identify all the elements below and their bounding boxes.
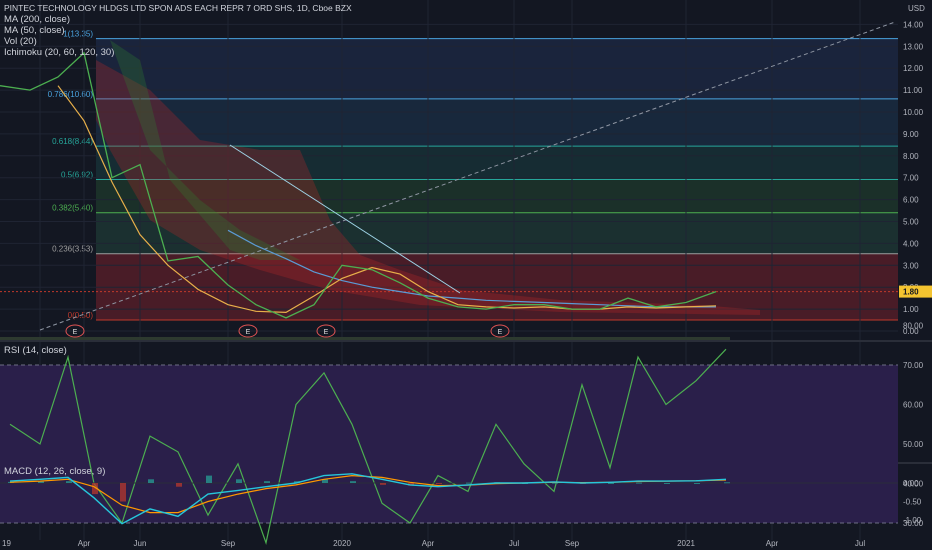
rsi-tick-label: 70.00 <box>903 361 924 370</box>
macd-histogram-bar <box>236 479 242 483</box>
time-tick-label: Apr <box>422 539 435 548</box>
fib-band <box>96 98 898 147</box>
fib-label: 0.618(8.44) <box>52 137 93 146</box>
price-tick-label: 10.00 <box>903 108 924 117</box>
time-tick-label: Jun <box>134 539 147 548</box>
macd-histogram-bar <box>66 481 72 483</box>
earnings-marker-label: E <box>498 329 503 336</box>
macd-histogram-bar <box>120 483 126 502</box>
macd-histogram-bar <box>380 483 386 485</box>
current-price-label: 1.80 <box>903 288 919 297</box>
price-tick-label: 12.00 <box>903 64 924 73</box>
main-legend: PINTEC TECHNOLOGY HLDGS LTD SPON ADS EAC… <box>4 3 352 58</box>
time-tick-label: Apr <box>78 539 91 548</box>
macd-histogram-bar <box>608 483 614 484</box>
price-tick-label: 14.00 <box>903 20 924 29</box>
symbol-title[interactable]: PINTEC TECHNOLOGY HLDGS LTD SPON ADS EAC… <box>4 3 352 14</box>
macd-tick-label: -1.00 <box>903 516 922 525</box>
rsi-tick-label: 80.00 <box>903 322 924 331</box>
volume-band <box>0 337 730 340</box>
earnings-marker-label: E <box>73 329 78 336</box>
macd-histogram-bar <box>694 483 700 484</box>
legend-ma50[interactable]: MA (50, close) <box>4 25 352 36</box>
rsi-pane <box>0 348 898 545</box>
legend-ichimoku[interactable]: Ichimoku (20, 60, 120, 30) <box>4 47 352 58</box>
macd-histogram-bar <box>436 483 442 485</box>
currency-label: USD <box>908 4 925 13</box>
price-tick-label: 5.00 <box>903 218 919 227</box>
earnings-marker-label: E <box>246 329 251 336</box>
macd-histogram-bar <box>724 482 730 484</box>
time-tick-label: 2021 <box>677 539 695 548</box>
price-tick-label: 1.00 <box>903 305 919 314</box>
fib-label: 0.236(3.53) <box>52 245 93 254</box>
macd-tick-label: -0.50 <box>903 498 922 507</box>
time-tick-label: Jul <box>509 539 519 548</box>
rsi-tick-label: 50.00 <box>903 440 924 449</box>
rsi-band <box>0 365 898 523</box>
time-tick-label: 19 <box>2 539 11 548</box>
macd-tick-label: 0.00 <box>903 479 919 488</box>
macd-legend[interactable]: MACD (12, 26, close, 9) <box>4 466 105 477</box>
price-tick-label: 6.00 <box>903 196 919 205</box>
macd-histogram-bar <box>350 481 356 483</box>
price-tick-label: 9.00 <box>903 130 919 139</box>
legend-volume[interactable]: Vol (20) <box>4 36 352 47</box>
price-tick-label: 7.00 <box>903 174 919 183</box>
macd-histogram-bar <box>466 482 472 484</box>
rsi-legend[interactable]: RSI (14, close) <box>4 345 67 356</box>
price-tick-label: 13.00 <box>903 42 924 51</box>
rsi-tick-label: 60.00 <box>903 401 924 410</box>
macd-histogram-bar <box>176 483 182 487</box>
earnings-marker-label: E <box>324 329 329 336</box>
price-tick-label: 11.00 <box>903 86 923 95</box>
time-tick-label: Apr <box>766 539 779 548</box>
fib-label: 0.382(5.40) <box>52 204 93 213</box>
macd-histogram-bar <box>636 482 642 484</box>
fib-label: 0.786(10.60) <box>48 90 94 99</box>
macd-histogram-bar <box>148 479 154 483</box>
macd-histogram-bar <box>206 475 212 483</box>
chart-canvas: 0(0.50)0.236(3.53)0.382(5.40)0.5(6.92)0.… <box>0 0 932 550</box>
time-tick-label: Sep <box>565 539 580 548</box>
macd-histogram-bar <box>264 481 270 483</box>
price-tick-label: 3.00 <box>903 261 919 270</box>
volume-bars <box>0 337 730 340</box>
time-tick-label: Jul <box>855 539 865 548</box>
legend-ma200[interactable]: MA (200, close) <box>4 14 352 25</box>
time-tick-label: Sep <box>221 539 236 548</box>
price-tick-label: 4.00 <box>903 239 919 248</box>
time-tick-label: 2020 <box>333 539 351 548</box>
price-tick-label: 8.00 <box>903 152 919 161</box>
macd-histogram-bar <box>664 483 670 484</box>
